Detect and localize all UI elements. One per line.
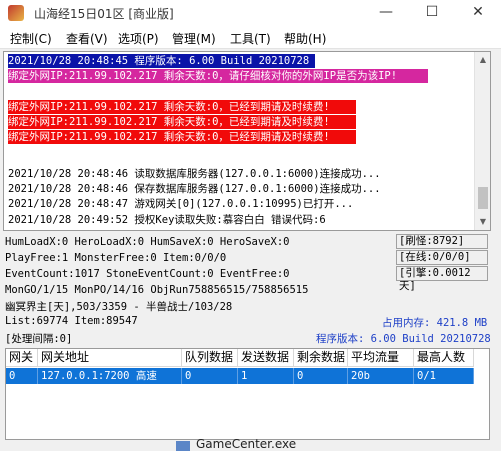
stat-free: PlayFree:1 MonsterFree:0 Item:0/0/0 (5, 252, 227, 264)
menu-manage[interactable]: 管理(M) (172, 30, 216, 47)
menu-view[interactable]: 查看(V) (66, 30, 108, 47)
program-version: 程序版本: 6.00 Build 20210728 (316, 333, 491, 345)
cell-queue: 0 (182, 368, 238, 384)
cell-gateway: 0 (6, 368, 38, 384)
minimize-button[interactable]: — (363, 0, 409, 26)
col-header-queue[interactable]: 队列数据 (182, 349, 238, 367)
cell-max-players: 0/1 (414, 368, 474, 384)
application-icon (176, 441, 190, 451)
app-icon (8, 5, 24, 21)
menu-control[interactable]: 控制(C) (10, 30, 52, 47)
col-header-avg-traffic[interactable]: 平均流量 (348, 349, 414, 367)
refresh-monster-box: [刷怪:8792] (396, 234, 488, 249)
stat-events: EventCount:1017 StoneEventCount:0 EventF… (5, 268, 290, 280)
menu-tools[interactable]: 工具(T) (230, 30, 271, 47)
menu-bar: 控制(C) 查看(V) 选项(P) 管理(M) 工具(T) 帮助(H) (0, 26, 501, 49)
stat-monsters: MonGO/1/15 MonPO/14/16 ObjRun758856515/7… (5, 284, 309, 296)
menu-options[interactable]: 选项(P) (118, 30, 159, 47)
close-button[interactable]: ✕ (455, 0, 501, 26)
col-header-remaining[interactable]: 剩余数据 (294, 349, 348, 367)
engine-box: [引擎:0.0012天] (396, 266, 488, 292)
log-line: 绑定外网IP:211.99.102.217 剩余天数:0，请仔细核对你的外网IP… (8, 69, 428, 83)
log-line: 2021/10/28 20:48:46 读取数据库服务器(127.0.0.1:6… (8, 168, 381, 180)
scroll-down-arrow-icon[interactable]: ▼ (475, 214, 490, 230)
stat-process-interval: [处理间隔:0] (5, 333, 73, 345)
stat-load-save: HumLoadX:0 HeroLoadX:0 HumSaveX:0 HeroSa… (5, 236, 290, 248)
stat-map-info: 幽冥界主[天],503/3359 - 半兽战士/103/28 (5, 301, 233, 313)
scroll-thumb[interactable] (478, 187, 488, 209)
window-title: 山海经15日01区 [商业版] (34, 7, 174, 21)
menu-help[interactable]: 帮助(H) (284, 30, 326, 47)
log-line: 2021/10/28 20:48:45 程序版本: 6.00 Build 202… (8, 54, 316, 68)
cell-remaining: 0 (294, 368, 348, 384)
taskbar-item[interactable]: GameCenter.exe (176, 437, 296, 451)
log-line: 2021/10/28 20:48:47 游戏网关[0](127.0.0.1:10… (8, 198, 354, 210)
log-line: 绑定外网IP:211.99.102.217 剩余天数:0，已经到期请及时续费! (8, 100, 356, 114)
title-bar[interactable]: 山海经15日01区 [商业版] — ☐ ✕ (0, 0, 501, 26)
maximize-button[interactable]: ☐ (409, 0, 455, 26)
col-header-gateway[interactable]: 网关 (6, 349, 38, 367)
cell-sent: 1 (238, 368, 294, 384)
stat-list-items: List:69774 Item:89547 (5, 315, 138, 327)
log-scrollbar[interactable]: ▲ ▼ (474, 52, 490, 230)
col-header-max-players[interactable]: 最高人数 (414, 349, 474, 367)
col-header-address[interactable]: 网关地址 (38, 349, 182, 367)
log-panel[interactable]: 2021/10/28 20:48:45 程序版本: 6.00 Build 202… (3, 51, 491, 231)
scroll-up-arrow-icon[interactable]: ▲ (475, 52, 490, 68)
cell-avg-traffic: 20b (348, 368, 414, 384)
memory-usage: 占用内存: 421.8 MB (382, 317, 488, 329)
col-header-sent[interactable]: 发送数据 (238, 349, 294, 367)
log-line: 绑定外网IP:211.99.102.217 剩余天数:0，已经到期请及时续费! (8, 130, 356, 144)
gateway-table[interactable]: 网关 网关地址 队列数据 发送数据 剩余数据 平均流量 最高人数 0 127.0… (5, 348, 490, 440)
log-line: 2021/10/28 20:49:52 授权Key读取失败:慕容白白 错误代码:… (8, 214, 326, 226)
taskbar-label: GameCenter.exe (196, 437, 297, 451)
log-line: 2021/10/28 20:48:46 保存数据库服务器(127.0.0.1:6… (8, 183, 381, 195)
log-line: 绑定外网IP:211.99.102.217 剩余天数:0，已经到期请及时续费! (8, 115, 356, 129)
cell-address: 127.0.0.1:7200 高速 (38, 368, 182, 384)
online-box: [在线:0/0/0] (396, 250, 488, 265)
